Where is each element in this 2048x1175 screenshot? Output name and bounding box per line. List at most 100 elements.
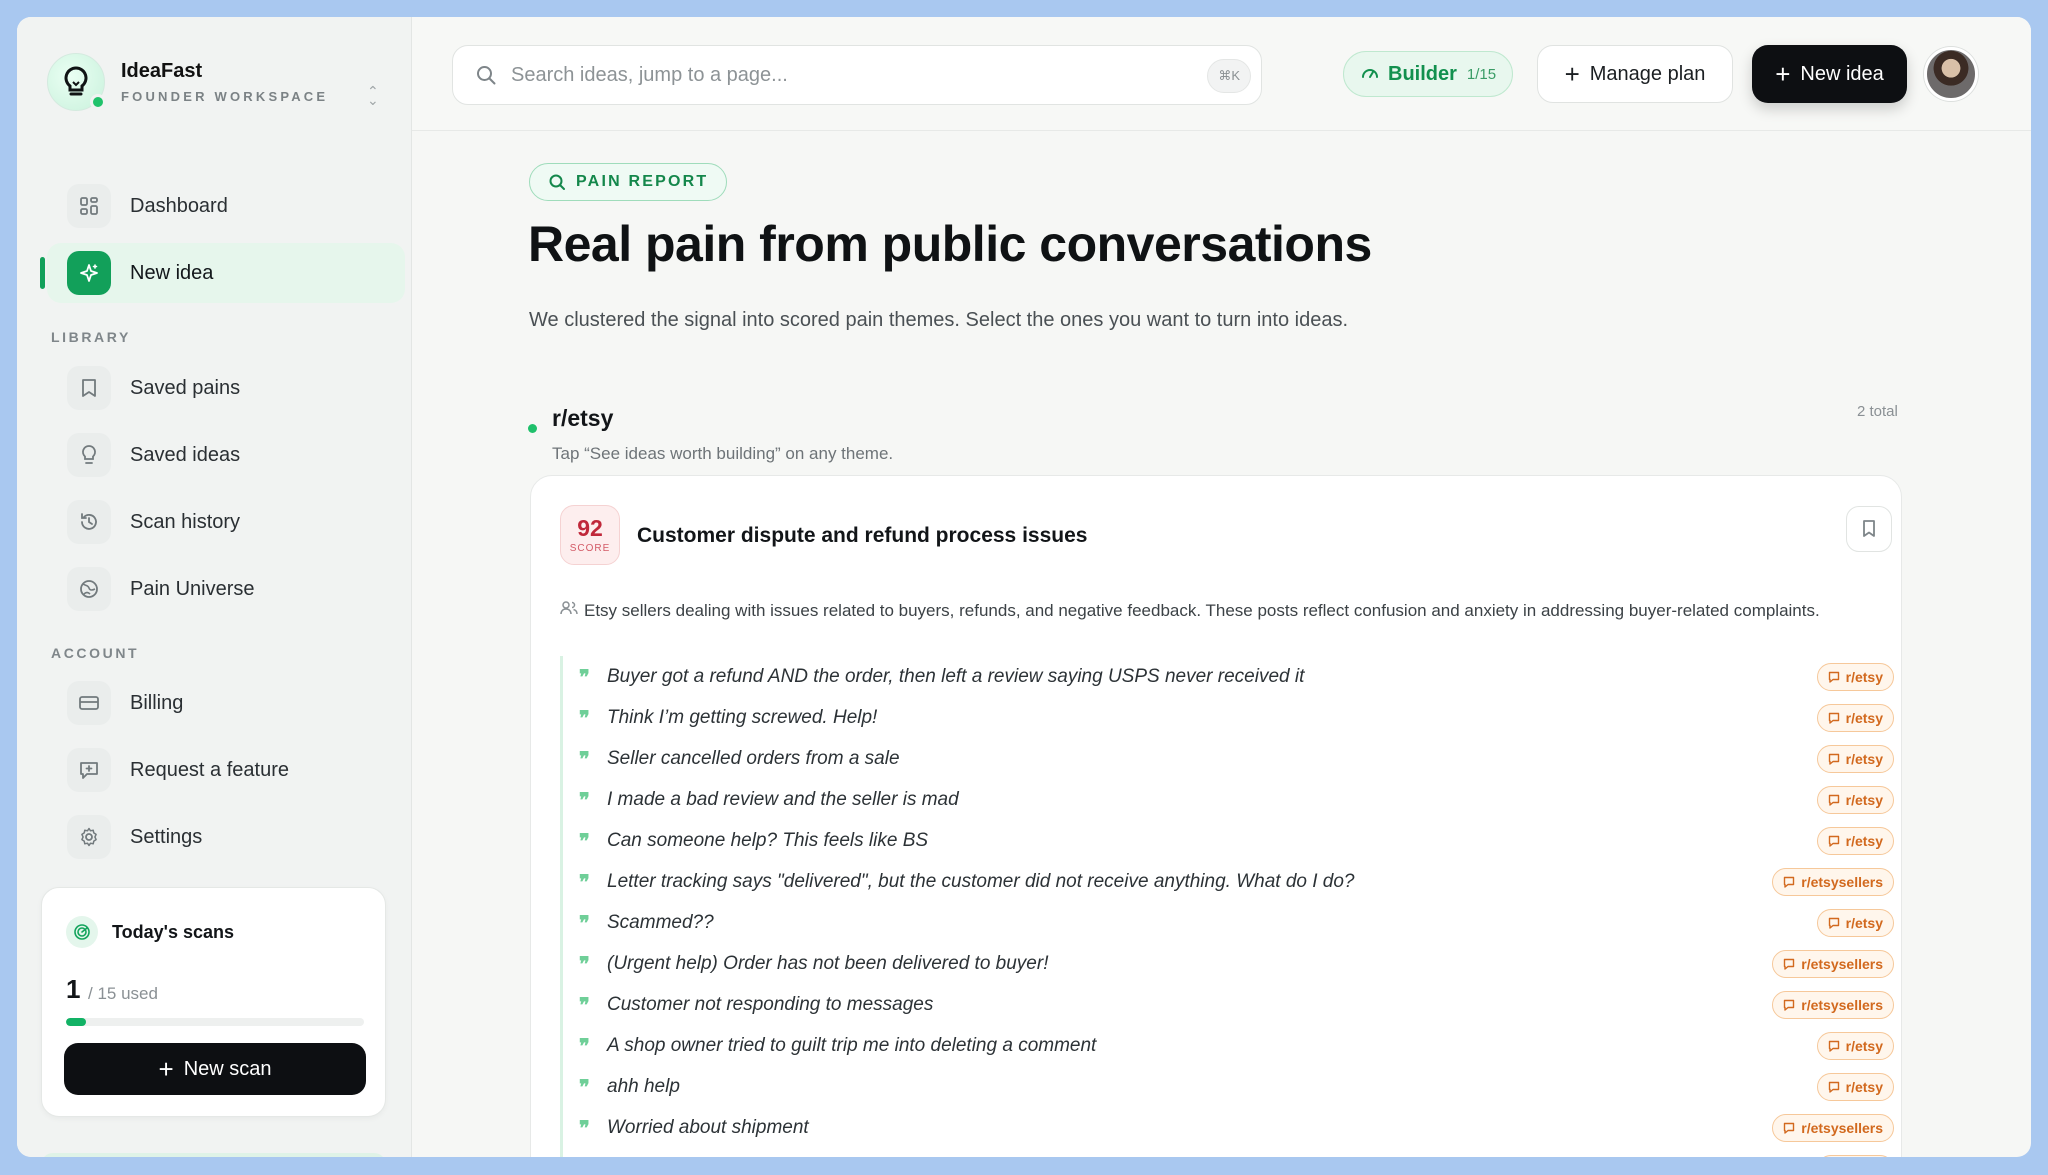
chevron-up-down-icon[interactable]: ⌃ ⌄ [367,84,379,107]
new-idea-label: New idea [1800,62,1884,85]
sidebar-item-label: Scan history [130,510,241,533]
quote-row: ❞ Think I’m getting screwed. Help! r/etsy [563,697,1894,738]
quote-icon: ❞ [579,1115,590,1140]
sidebar-item-pain-universe[interactable]: Pain Universe [47,559,405,619]
sparkle-icon [67,251,111,295]
quote-row: ❞ Buyer got a refund AND the order, then … [563,656,1894,697]
quote-icon: ❞ [579,705,590,730]
feature-request-icon [67,748,111,792]
sidebar-item-new-idea[interactable]: New idea [47,243,405,303]
sidebar-item-label: Saved pains [130,376,241,399]
main-content: ⌘K Builder 1/15 + Manage plan + New idea… [412,17,2031,1157]
comment-icon [1783,958,1795,970]
quote-text: I made a bad review and the seller is ma… [607,788,959,810]
sidebar-item-label: Dashboard [130,194,228,217]
quote-row: ❞ Can someone help? This feels like BS r/e… [563,820,1894,861]
new-scan-label: New scan [183,1057,272,1080]
search-bar[interactable]: ⌘K [452,45,1262,105]
sidebar-item-label: New idea [130,261,214,284]
source-tag[interactable]: r/etsy [1816,744,1894,773]
sidebar-item-saved-ideas[interactable]: Saved ideas [47,425,405,485]
source-label: r/etsy [1845,914,1883,931]
workspace-label: FOUNDER WORKSPACE [121,89,329,104]
new-scan-button[interactable]: + New scan [64,1043,366,1095]
group-name: r/etsy [552,405,614,431]
plus-icon: + [1775,59,1791,89]
sidebar-item-billing[interactable]: Billing [47,673,405,733]
sidebar-item-dashboard[interactable]: Dashboard [47,176,405,236]
plan-usage-pill[interactable]: Builder 1/15 [1343,51,1514,97]
theme-title: Customer dispute and refund process issu… [637,524,1088,547]
quote-icon: ❞ [579,1074,590,1099]
quote-icon: ❞ [579,992,590,1017]
sidebar-item-label: Saved ideas [130,443,241,466]
quote-text: Think I’m getting screwed. Help! [607,706,878,728]
sidebar-item-settings[interactable]: Settings [47,807,405,867]
pain-report-badge: PAIN REPORT [529,163,728,201]
grid-icon [67,184,111,228]
quote-text: Can someone help? This feels like BS [607,829,929,851]
sidebar-item-label: Billing [130,691,184,714]
badge-label: PAIN REPORT [576,173,709,190]
save-theme-button[interactable] [1846,506,1892,552]
source-tag[interactable]: r/etsy [1816,1072,1894,1101]
source-label: r/etsy [1845,791,1883,808]
bookmark-icon [1863,520,1875,537]
brand-logo [47,53,106,111]
quote-text: Buyer got a refund AND the order, then l… [607,665,1305,687]
source-tag[interactable]: r/etsysellers [1772,949,1894,978]
source-label: r/etsysellers [1801,996,1883,1013]
source-label: r/etsy [1845,1078,1883,1095]
sidebar: IdeaFast FOUNDER WORKSPACE ⌃ ⌄ Dashboard … [17,17,412,1157]
page-subtitle: We clustered the signal into scored pain… [529,309,1348,331]
account-section-label: ACCOUNT [51,645,140,661]
credit-card-icon [67,681,111,725]
history-icon [67,500,111,544]
source-tag[interactable]: r/etsysellers [1772,1113,1894,1142]
comment-icon [1828,794,1840,806]
group-status-dot [528,424,537,433]
source-tag[interactable]: r/etsy [1816,826,1894,855]
new-idea-button[interactable]: + New idea [1752,45,1907,103]
search-input[interactable] [511,63,1151,87]
quote-icon: ❞ [579,787,590,812]
source-tag[interactable]: r/etsy [1816,1031,1894,1060]
gear-icon [67,815,111,859]
globe-icon [67,567,111,611]
source-tag[interactable]: r/etsysellers [1772,990,1894,1019]
sidebar-item-request-feature[interactable]: Request a feature [47,740,405,800]
quote-row: ❞ I made a bad review and the seller is m… [563,779,1894,820]
quote-icon: ❞ [579,910,590,935]
scans-title: Today's scans [112,921,235,942]
score-label: SCORE [569,543,611,554]
comment-icon [1828,917,1840,929]
pain-theme-card: 92 SCORE Customer dispute and refund pro… [530,475,1902,1157]
user-avatar[interactable] [1924,47,1978,101]
quote-icon: ❞ [579,746,590,771]
scans-progress-bar [66,1018,364,1026]
sidebar-item-saved-pains[interactable]: Saved pains [47,358,405,418]
todays-scans-card: Today's scans 1 / 15 used + New scan [41,887,386,1117]
plus-icon: + [1564,59,1580,89]
plan-name: Builder [1388,62,1457,85]
quote-row: ❞ Scammed?? r/etsy [563,902,1894,943]
quote-text: ahh help [607,1075,680,1097]
source-tag[interactable]: r/etsysellers [1772,867,1894,896]
app-name: IdeaFast [121,60,203,82]
sidebar-item-scan-history[interactable]: Scan history [47,492,405,552]
workspace-switcher[interactable]: IdeaFast FOUNDER WORKSPACE [47,53,328,111]
source-tag[interactable]: r/etsy [1816,908,1894,937]
group-total: 2 total [1857,403,1898,420]
quote-text: Letter tracking says "delivered", but th… [607,870,1355,892]
sidebar-item-label: Settings [130,825,203,848]
source-tag[interactable]: r/etsy [1816,785,1894,814]
source-tag[interactable]: r/etsy [1816,662,1894,691]
source-tag[interactable]: r/etsy [1816,1154,1894,1157]
sidebar-card-peek [41,1153,386,1157]
source-label: r/etsy [1845,750,1883,767]
manage-plan-button[interactable]: + Manage plan [1537,45,1733,103]
radar-icon [66,916,98,948]
source-label: r/etsysellers [1801,1119,1883,1136]
source-tag[interactable]: r/etsy [1816,703,1894,732]
source-label: r/etsy [1845,832,1883,849]
